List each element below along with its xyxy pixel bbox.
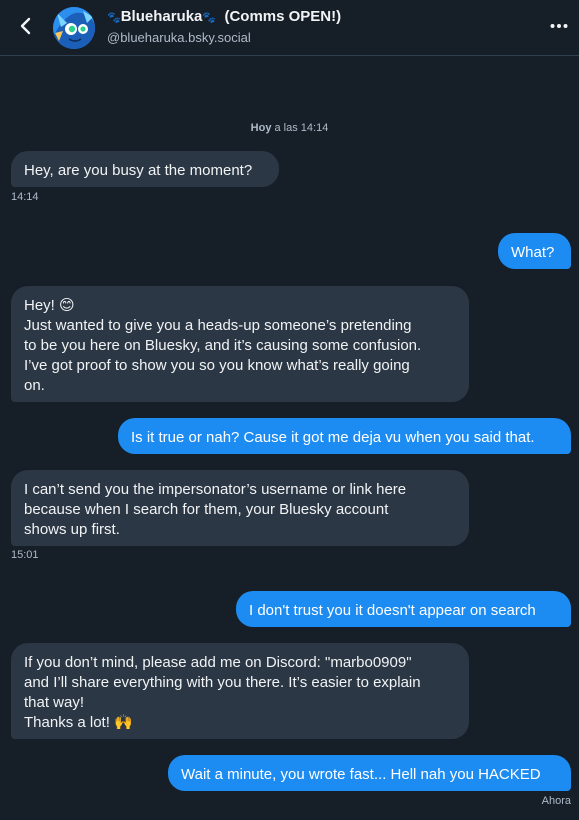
display-name-suffix: (Comms OPEN!) — [224, 8, 342, 25]
message-text: Just wanted to give you a heads-up someo… — [24, 317, 412, 334]
message-text: because when I search for them, your Blu… — [24, 501, 389, 518]
message-text: Hey! 😊 — [24, 297, 75, 314]
handle: @blueharuka.bsky.social — [107, 30, 251, 45]
message-text: I don't trust you it doesn't appear on s… — [249, 602, 536, 619]
message-timestamp: 14:14 — [11, 191, 39, 203]
message-text: Wait a minute, you wrote fast... Hell na… — [181, 766, 541, 783]
message-timestamp: 15:01 — [11, 549, 39, 561]
message-text: that way! — [24, 694, 85, 711]
more-icon — [550, 24, 568, 28]
message-text: I can’t send you the impersonator’s user… — [24, 481, 407, 498]
date-divider: Hoy a las 14:14 — [0, 122, 579, 134]
message-text: to be you here on Bluesky, and it’s caus… — [24, 337, 422, 354]
message-bubble-incoming[interactable]: Hey, are you busy at the moment? — [11, 151, 279, 187]
conversation-header: 🐾Blueharuka🐾 (Comms OPEN!) @blueharuka.b… — [0, 0, 579, 56]
message-bubble-outgoing[interactable]: Is it true or nah? Cause it got me deja … — [118, 418, 571, 454]
paw-icon: 🐾 — [107, 12, 121, 24]
message-text: Is it true or nah? Cause it got me deja … — [131, 429, 535, 446]
conversation-title[interactable]: 🐾Blueharuka🐾 (Comms OPEN!) — [107, 8, 341, 25]
more-options-button[interactable] — [549, 14, 569, 38]
back-button[interactable] — [12, 12, 40, 40]
display-name: Blueharuka — [120, 8, 203, 25]
message-bubble-outgoing[interactable]: Wait a minute, you wrote fast... Hell na… — [168, 755, 571, 791]
message-text: Hey, are you busy at the moment? — [24, 162, 253, 179]
message-bubble-incoming[interactable]: Hey! 😊 Just wanted to give you a heads-u… — [11, 286, 469, 402]
paw-icon: 🐾 — [202, 12, 217, 24]
back-icon — [20, 17, 31, 35]
date-divider-day: Hoy — [250, 122, 272, 134]
message-text: If you don’t mind, please add me on Disc… — [24, 654, 412, 671]
message-text: What? — [511, 244, 555, 261]
date-divider-time: a las 14:14 — [274, 122, 329, 134]
message-text: Thanks a lot! 🙌 — [24, 714, 133, 731]
message-bubble-incoming[interactable]: If you don’t mind, please add me on Disc… — [11, 643, 469, 739]
message-text: I’ve got proof to show you so you know w… — [24, 357, 410, 374]
message-bubble-outgoing[interactable]: What? — [498, 233, 571, 269]
message-bubble-outgoing[interactable]: I don't trust you it doesn't appear on s… — [236, 591, 571, 627]
message-text: shows up first. — [24, 521, 120, 538]
message-text: on. — [24, 377, 45, 394]
message-text: and I’ll share everything with you there… — [24, 674, 421, 691]
message-timestamp: Ahora — [541, 795, 571, 807]
message-bubble-incoming[interactable]: I can’t send you the impersonator’s user… — [11, 470, 469, 546]
avatar[interactable] — [53, 7, 95, 49]
